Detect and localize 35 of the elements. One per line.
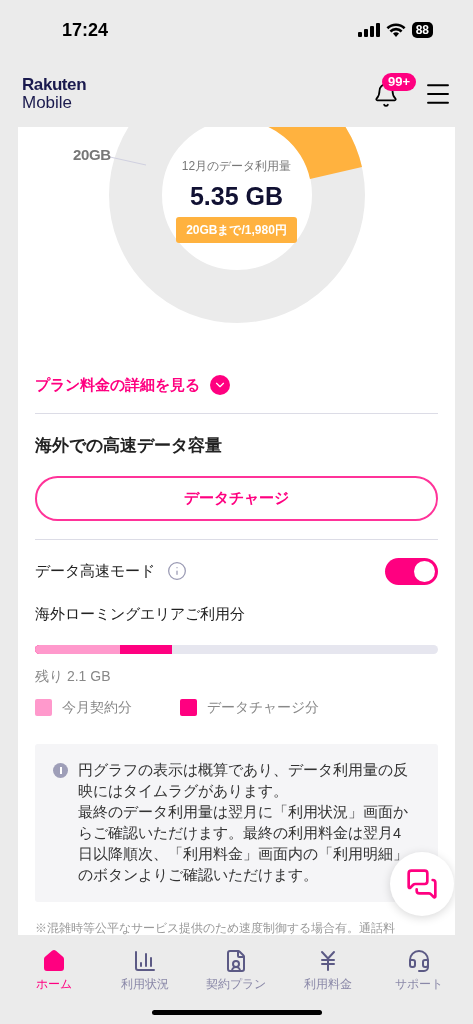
notification-badge: 99+ xyxy=(382,72,417,91)
tab-bar-item[interactable]: ホーム xyxy=(8,949,99,999)
info-icon xyxy=(53,763,68,778)
usage-amount: 5.35 GB xyxy=(189,181,284,212)
tab-bar-item[interactable]: 利用状況 xyxy=(100,949,191,999)
roaming-title: 海外ローミングエリアご利用分 xyxy=(35,603,246,624)
data-charge-button[interactable]: データチャージ xyxy=(35,475,438,521)
chat-icon xyxy=(406,868,438,900)
footnote-text: ※混雑時等公平なサービス提供のため速度制御する場合有。通話料 xyxy=(35,921,396,935)
bar-chart-icon xyxy=(133,949,158,973)
tab-bar-item[interactable]: 契約プラン xyxy=(191,949,282,999)
info-icon[interactable] xyxy=(167,561,187,581)
toggle-switch[interactable] xyxy=(385,557,438,585)
legend-label: 今月契約分 xyxy=(62,698,132,717)
remaining-text: 残り 2.1 GB xyxy=(35,667,112,686)
section-heading: 海外での高速データ容量 xyxy=(35,434,223,457)
headset-icon xyxy=(407,949,432,973)
chevron-down-icon[interactable] xyxy=(210,375,230,396)
battery-icon: 88 xyxy=(411,22,433,38)
notice-text: 円グラフの表示は概算であり、データ利用量の反映にはタイムラグがあります。 xyxy=(78,761,409,801)
tab-bar-item[interactable]: サポート xyxy=(374,949,465,999)
home-icon xyxy=(41,949,66,973)
mode-label: データ高速モード xyxy=(35,560,155,581)
wifi-icon xyxy=(385,23,406,37)
legend-label: データチャージ分 xyxy=(207,698,319,717)
plan-badge: 20GBまで/1,980円 xyxy=(176,217,297,243)
max-label: 20GB xyxy=(73,145,111,165)
tab-bar-item[interactable]: 利用料金 xyxy=(282,949,373,999)
status-time: 17:24 xyxy=(62,18,109,42)
notice-text: 最終のデータ利用量は翌月に「利用状況」画面からご確認いただけます。最終の利用料金は翌月4日以降順次、「利用料金」画面内の「利用明細」のボタンよりご確認いただけます。 xyxy=(78,803,409,885)
signal-icon xyxy=(357,23,380,37)
logo[interactable]: Rakuten Mobile xyxy=(22,75,87,112)
plan-details-link[interactable]: プラン料金の詳細を見る xyxy=(35,374,200,397)
usage-title: 12月のデータ利用量 xyxy=(181,158,292,175)
chat-button[interactable] xyxy=(390,852,454,916)
